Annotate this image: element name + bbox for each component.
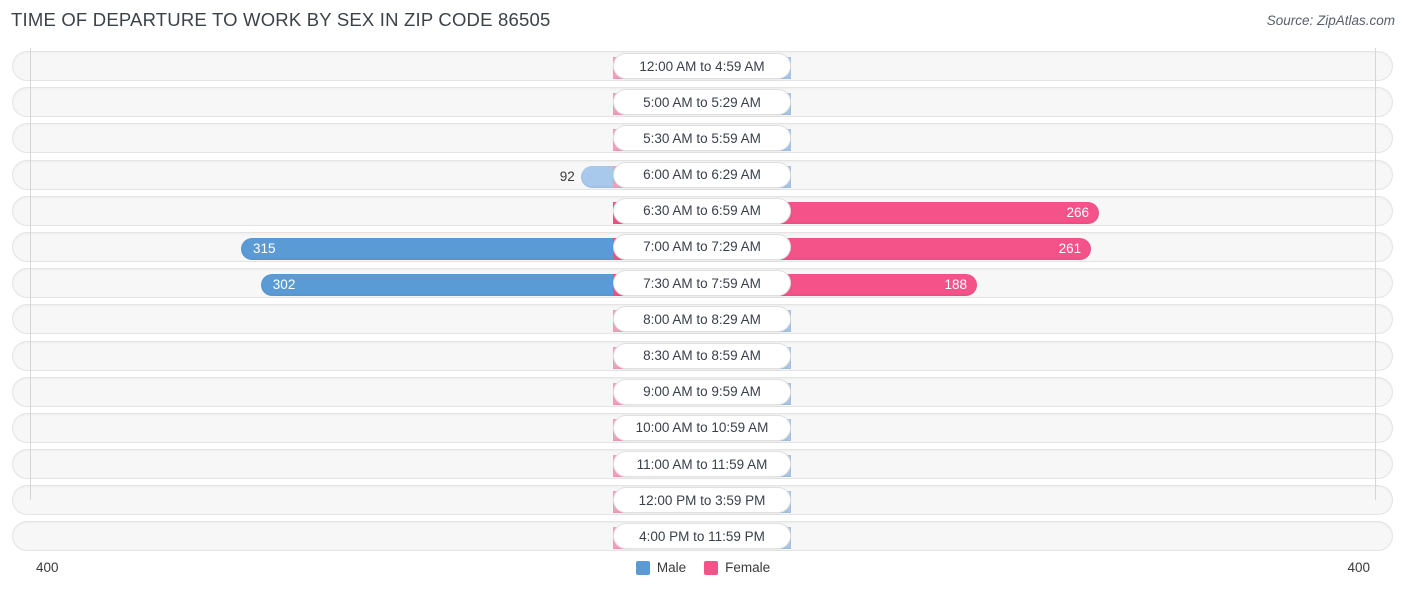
- category-label-pill: 6:00 AM to 6:29 AM: [613, 161, 791, 188]
- category-label-pill: 12:00 AM to 4:59 AM: [613, 53, 791, 79]
- category-label-pill: 11:00 AM to 11:59 AM: [613, 451, 791, 478]
- bar-rows-container: 12:00 AM to 4:59 AM2395:00 AM to 5:29 AM…: [0, 48, 1406, 555]
- category-label-pill: 12:00 PM to 3:59 PM: [613, 487, 791, 514]
- bar-value-male: 315: [253, 240, 276, 256]
- category-label-pill: 4:00 PM to 11:59 PM: [613, 523, 791, 550]
- legend-item-female[interactable]: Female: [704, 560, 770, 575]
- bar-row[interactable]: 5:30 AM to 5:59 AM220: [0, 120, 1406, 156]
- chart-header: TIME OF DEPARTURE TO WORK BY SEX IN ZIP …: [0, 0, 1406, 42]
- category-label: 4:00 PM to 11:59 PM: [639, 528, 765, 544]
- bar-row[interactable]: 6:00 AM to 6:29 AM9251: [0, 157, 1406, 193]
- bar-row[interactable]: 12:00 AM to 4:59 AM239: [0, 48, 1406, 84]
- category-label: 7:00 AM to 7:29 AM: [643, 239, 761, 255]
- category-label-pill: 5:30 AM to 5:59 AM: [613, 125, 791, 152]
- bar-value-female: 266: [1066, 204, 1089, 220]
- chart-legend: Male Female: [0, 560, 1406, 575]
- bar-row[interactable]: 6:30 AM to 6:59 AM38266: [0, 193, 1406, 229]
- category-label-pill: 6:30 AM to 6:59 AM: [613, 197, 791, 224]
- bar-row[interactable]: 4:00 PM to 11:59 PM03: [0, 518, 1406, 554]
- bar-value-female: 261: [1058, 240, 1082, 256]
- source-attribution: Source: ZipAtlas.com: [1266, 13, 1395, 28]
- legend-swatch-female-icon: [704, 560, 719, 575]
- category-label: 6:30 AM to 6:59 AM: [643, 203, 761, 219]
- bar-row[interactable]: 10:00 AM to 10:59 AM00: [0, 410, 1406, 446]
- category-label: 9:00 AM to 9:59 AM: [643, 384, 761, 400]
- category-label-pill: 7:00 AM to 7:29 AM: [613, 233, 791, 260]
- bar-value-male: 302: [272, 277, 296, 293]
- legend-label-female: Female: [725, 560, 771, 575]
- category-label: 6:00 AM to 6:29 AM: [643, 167, 761, 183]
- bar-row[interactable]: 7:00 AM to 7:29 AM 315 261: [0, 229, 1406, 265]
- category-label: 11:00 AM to 11:59 AM: [636, 456, 768, 472]
- category-label: 7:30 AM to 7:59 AM: [643, 275, 761, 291]
- bar-row[interactable]: 8:30 AM to 8:59 AM90: [0, 338, 1406, 374]
- chart-plot-area: 12:00 AM to 4:59 AM2395:00 AM to 5:29 AM…: [0, 48, 1406, 552]
- category-label-pill: 5:00 AM to 5:29 AM: [613, 89, 791, 116]
- bar-row[interactable]: 8:00 AM to 8:29 AM419: [0, 301, 1406, 337]
- bar-row[interactable]: 7:30 AM to 7:59 AM 302 188: [0, 265, 1406, 301]
- category-label-pill: 9:00 AM to 9:59 AM: [613, 378, 791, 405]
- axis-rule-right: [1375, 48, 1376, 500]
- axis-rule-left: [30, 48, 31, 500]
- bar-row[interactable]: 9:00 AM to 9:59 AM00: [0, 374, 1406, 410]
- category-label: 8:00 AM to 8:29 AM: [643, 311, 761, 327]
- category-label-pill: 10:00 AM to 10:59 AM: [613, 414, 791, 441]
- category-label: 12:00 AM to 4:59 AM: [639, 58, 765, 74]
- category-label: 12:00 PM to 3:59 PM: [638, 492, 766, 508]
- category-label: 10:00 AM to 10:59 AM: [635, 420, 769, 436]
- bar-row[interactable]: 5:00 AM to 5:29 AM033: [0, 84, 1406, 120]
- category-label: 8:30 AM to 8:59 AM: [643, 348, 761, 363]
- legend-label-male: Male: [656, 560, 687, 575]
- category-label-pill: 7:30 AM to 7:59 AM: [613, 270, 791, 297]
- category-label: 5:00 AM to 5:29 AM: [643, 94, 761, 110]
- category-label-pill: 8:00 AM to 8:29 AM: [613, 306, 791, 333]
- category-label: 5:30 AM to 5:59 AM: [643, 130, 761, 146]
- bar-row[interactable]: 11:00 AM to 11:59 AM00: [0, 446, 1406, 482]
- page-title: TIME OF DEPARTURE TO WORK BY SEX IN ZIP …: [11, 9, 551, 30]
- category-label-pill: 8:30 AM to 8:59 AM: [613, 342, 791, 369]
- bar-value-female: 188: [944, 277, 967, 293]
- chart-footer: 400 400 Male Female: [0, 552, 1406, 594]
- bar-value-male: 92: [559, 168, 575, 184]
- legend-swatch-male-icon: [635, 560, 650, 575]
- bar-row[interactable]: 12:00 PM to 3:59 PM112: [0, 482, 1406, 518]
- legend-item-male[interactable]: Male: [635, 560, 687, 575]
